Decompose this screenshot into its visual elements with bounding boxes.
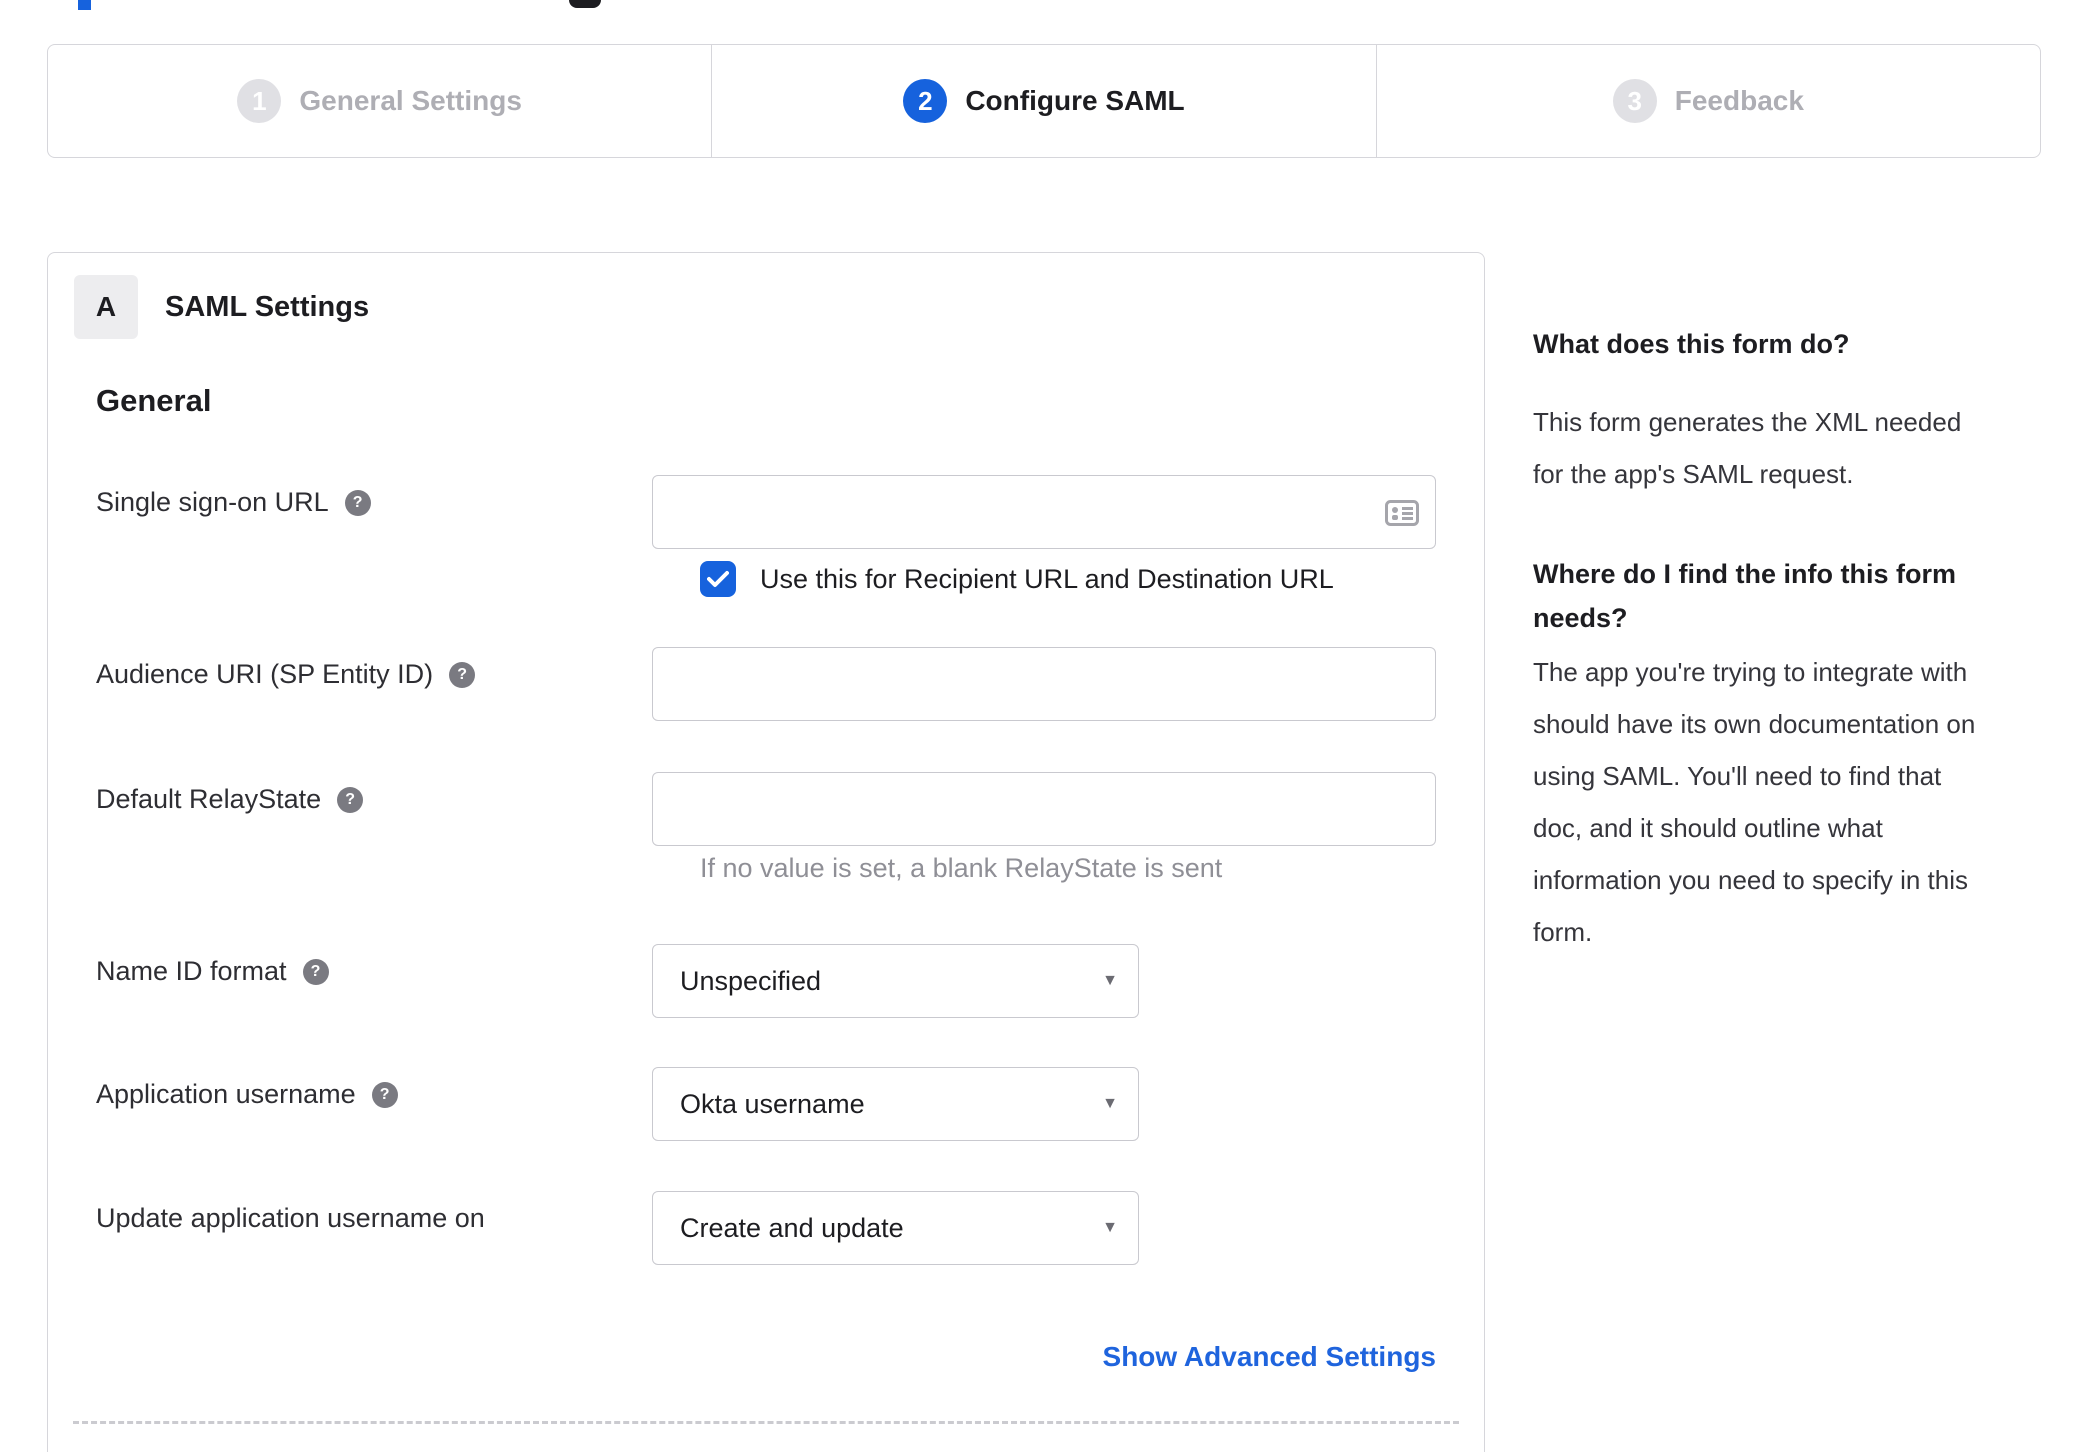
name-id-format-value: Unspecified [680,965,822,996]
step-label: Configure SAML [965,85,1185,116]
application-username-value: Okta username [680,1088,865,1119]
cutoff-blue-fragment [78,0,91,10]
audience-uri-label-wrap: Audience URI (SP Entity ID) ? [96,647,652,690]
step-label: Feedback [1674,85,1804,116]
sso-url-label-wrap: Single sign-on URL ? [96,475,652,518]
sso-url-input[interactable] [653,476,1435,548]
update-username-select[interactable]: Create and update ▼ [652,1191,1139,1265]
audience-uri-input-wrap [652,647,1436,721]
name-id-format-label: Name ID format [96,956,287,986]
relay-state-label: Default RelayState [96,784,322,814]
chevron-down-icon: ▼ [1102,972,1118,989]
chevron-down-icon: ▼ [1102,1095,1118,1112]
update-username-row: Update application username on Create an… [96,1191,1139,1265]
recipient-url-checkbox[interactable] [700,561,736,597]
audience-uri-input[interactable] [653,648,1435,720]
relay-state-hint: If no value is set, a blank RelayState i… [700,853,1223,883]
update-username-label: Update application username on [96,1203,485,1233]
relay-state-input[interactable] [653,773,1435,845]
name-id-format-row: Name ID format ? Unspecified ▼ [96,944,1139,1018]
sso-url-label: Single sign-on URL [96,487,329,517]
recipient-url-checkbox-label[interactable]: Use this for Recipient URL and Destinati… [760,564,1334,595]
help-sidebar: What does this form do? This form genera… [1533,322,2057,958]
dashed-divider [73,1421,1459,1424]
update-username-value: Create and update [680,1212,904,1243]
application-username-label: Application username [96,1079,356,1109]
help-icon[interactable]: ? [449,661,476,688]
step-label: General Settings [299,85,522,116]
audience-uri-label: Audience URI (SP Entity ID) [96,659,434,689]
application-username-select[interactable]: Okta username ▼ [652,1067,1139,1141]
card-title: SAML Settings [165,290,370,323]
saml-settings-card: A SAML Settings General Single sign-on U… [47,252,1485,1452]
application-username-row: Application username ? Okta username ▼ [96,1067,1139,1141]
step-number-badge: 1 [237,79,282,123]
name-id-format-select[interactable]: Unspecified ▼ [652,944,1139,1018]
step-number-badge: 3 [1612,79,1657,123]
help-icon[interactable]: ? [344,489,371,516]
section-a-badge: A [74,275,138,339]
wizard-stepper: 1 General Settings 2 Configure SAML 3 Fe… [47,44,2041,158]
relay-state-label-wrap: Default RelayState ? [96,772,652,815]
relay-state-input-wrap [652,772,1436,846]
show-advanced-settings-link[interactable]: Show Advanced Settings [1103,1341,1436,1372]
step-configure-saml[interactable]: 2 Configure SAML [711,45,1375,157]
help-icon[interactable]: ? [337,786,364,813]
sidebar-heading-where: Where do I find the info this form needs… [1533,559,1956,633]
sidebar-heading-what: What does this form do? [1533,329,1850,359]
general-section-heading: General [96,383,212,418]
recipient-url-checkbox-row: Use this for Recipient URL and Destinati… [700,561,1334,597]
sidebar-body-what: This form generates the XML needed for t… [1533,407,1962,489]
step-general-settings[interactable]: 1 General Settings [48,45,711,157]
step-feedback[interactable]: 3 Feedback [1375,45,2040,157]
chevron-down-icon: ▼ [1102,1219,1118,1236]
advanced-settings-wrap: Show Advanced Settings [652,1341,1436,1373]
check-icon [707,571,729,587]
relay-state-row: Default RelayState ? [96,772,1436,846]
card-header: A SAML Settings [74,275,369,339]
step-number-badge: 2 [903,79,948,123]
cutoff-dark-icon-fragment [569,0,601,8]
sso-url-input-wrap [652,475,1436,549]
update-username-label-wrap: Update application username on [96,1191,652,1234]
sso-url-row: Single sign-on URL ? [96,475,1436,549]
contact-card-icon[interactable] [1385,500,1419,531]
audience-uri-row: Audience URI (SP Entity ID) ? [96,647,1436,721]
sidebar-body-where: The app you're trying to integrate with … [1533,657,1976,947]
application-username-label-wrap: Application username ? [96,1067,652,1110]
help-icon[interactable]: ? [302,958,329,985]
name-id-format-label-wrap: Name ID format ? [96,944,652,987]
help-icon[interactable]: ? [371,1081,398,1108]
